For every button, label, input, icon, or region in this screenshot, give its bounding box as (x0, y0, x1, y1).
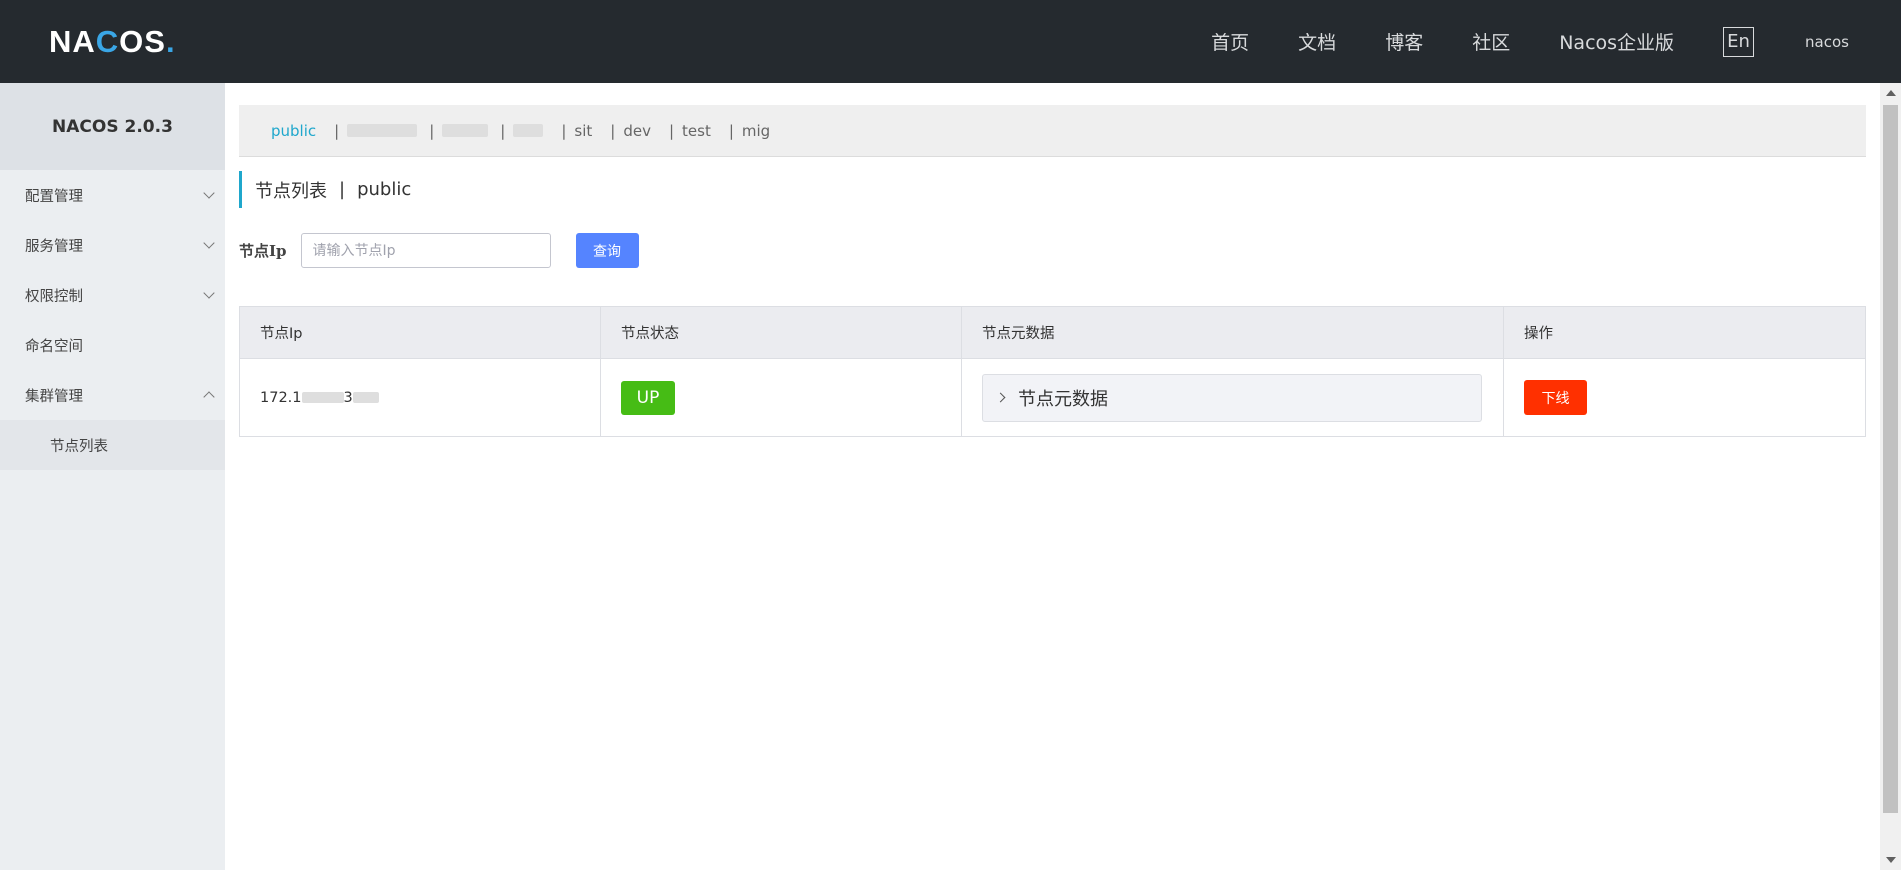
language-switch-button[interactable]: En (1723, 26, 1755, 57)
search-button[interactable]: 查询 (575, 233, 639, 268)
sidebar-item-label: 命名空间 (25, 338, 83, 355)
scroll-down-arrow-icon[interactable] (1886, 857, 1896, 863)
namespace-sit[interactable]: sit (574, 122, 592, 140)
node-table: 节点Ip 节点状态 节点元数据 操作 172.1 3 UP 节点元数据 下线 (239, 306, 1866, 437)
sidebar-subitem-node-list[interactable]: 节点列表 (0, 420, 225, 470)
column-header-ip[interactable]: 节点Ip (239, 306, 601, 359)
nacos-logo[interactable]: NA C OS. (49, 22, 176, 62)
namespace-separator: | (668, 121, 675, 140)
namespace-separator: | (500, 121, 506, 140)
sidebar-item-config[interactable]: 配置管理 (0, 170, 225, 220)
nav-docs[interactable]: 文档 (1298, 28, 1336, 55)
namespace-separator: | (429, 121, 435, 140)
namespace-redacted-2[interactable] (442, 124, 489, 137)
page-title: 节点列表 | public (239, 171, 411, 208)
chevron-up-icon (203, 391, 215, 403)
scrollbar-thumb[interactable] (1883, 105, 1898, 813)
sidebar: NACOS 2.0.3 配置管理 服务管理 权限控制 命名空间 集群管理 节点列… (0, 83, 225, 870)
node-ip-text: 172.1 (260, 389, 302, 406)
chevron-right-icon (995, 392, 1006, 403)
cell-node-metadata: 节点元数据 (961, 358, 1504, 437)
scroll-up-arrow-icon[interactable] (1886, 90, 1896, 96)
sidebar-title: NACOS 2.0.3 (0, 83, 225, 170)
column-header-status[interactable]: 节点状态 (600, 306, 962, 359)
top-navbar: NA C OS. 首页 文档 博客 社区 Nacos企业版 En nacos (0, 0, 1901, 83)
namespace-separator: | (610, 121, 616, 140)
cell-node-action: 下线 (1503, 358, 1866, 437)
chevron-down-icon (203, 287, 215, 299)
namespace-redacted-1[interactable] (347, 124, 418, 137)
chevron-down-icon (203, 237, 215, 249)
namespace-separator: | (561, 121, 567, 140)
metadata-collapse-panel[interactable]: 节点元数据 (982, 373, 1482, 422)
sidebar-item-service[interactable]: 服务管理 (0, 220, 225, 270)
sidebar-item-label: 服务管理 (25, 238, 83, 255)
column-header-metadata[interactable]: 节点元数据 (961, 306, 1504, 359)
nav-enterprise[interactable]: Nacos企业版 (1559, 28, 1674, 55)
user-name[interactable]: nacos (1805, 33, 1849, 51)
logo-text-2: C (95, 24, 120, 59)
page-scrollbar[interactable] (1880, 83, 1901, 870)
sidebar-item-label: 权限控制 (25, 288, 83, 305)
table-row: 172.1 3 UP 节点元数据 下线 (239, 358, 1866, 437)
namespace-mig[interactable]: mig (742, 122, 770, 140)
main-content: public | | | | sit | dev | test | mig 节点… (225, 83, 1880, 870)
sidebar-item-label: 配置管理 (25, 188, 83, 205)
page-title-namespace: public (357, 179, 412, 200)
column-header-action[interactable]: 操作 (1503, 306, 1866, 359)
cell-node-ip: 172.1 3 (239, 358, 601, 437)
search-label: 节点Ip (239, 242, 287, 260)
search-form: 节点Ip 查询 (239, 233, 639, 268)
metadata-panel-title: 节点元数据 (1018, 388, 1108, 410)
status-badge: UP (621, 380, 675, 415)
table-header-row: 节点Ip 节点状态 节点元数据 操作 (239, 306, 1866, 359)
nav-blog[interactable]: 博客 (1385, 28, 1423, 55)
namespace-public[interactable]: public (271, 122, 316, 140)
sidebar-item-namespace[interactable]: 命名空间 (0, 320, 225, 370)
namespace-bar: public | | | | sit | dev | test | mig (239, 105, 1866, 157)
logo-dot: . (165, 24, 176, 59)
namespace-dev[interactable]: dev (623, 122, 651, 140)
sidebar-subitem-label: 节点列表 (50, 438, 108, 455)
cell-node-status: UP (600, 358, 962, 437)
logo-text-3: OS (119, 24, 166, 59)
namespace-separator: | (334, 121, 340, 140)
sidebar-item-auth[interactable]: 权限控制 (0, 270, 225, 320)
sidebar-item-cluster[interactable]: 集群管理 (0, 370, 225, 420)
sidebar-item-label: 集群管理 (25, 388, 83, 405)
ip-redacted-2 (352, 392, 379, 403)
top-nav: 首页 文档 博客 社区 Nacos企业版 En nacos (1211, 0, 1901, 83)
chevron-down-icon (203, 187, 215, 199)
node-ip-input[interactable] (300, 233, 551, 268)
namespace-redacted-3[interactable] (513, 124, 544, 137)
offline-button[interactable]: 下线 (1524, 380, 1587, 415)
ip-redacted-1 (301, 392, 344, 403)
namespace-test[interactable]: test (682, 122, 711, 140)
title-separator: | (339, 179, 346, 200)
node-ip-text-2: 3 (343, 389, 353, 406)
logo-text-1: NA (49, 24, 96, 59)
page-title-text: 节点列表 (255, 180, 327, 202)
namespace-separator: | (728, 121, 734, 140)
nav-home[interactable]: 首页 (1211, 28, 1249, 55)
nav-community[interactable]: 社区 (1472, 28, 1510, 55)
